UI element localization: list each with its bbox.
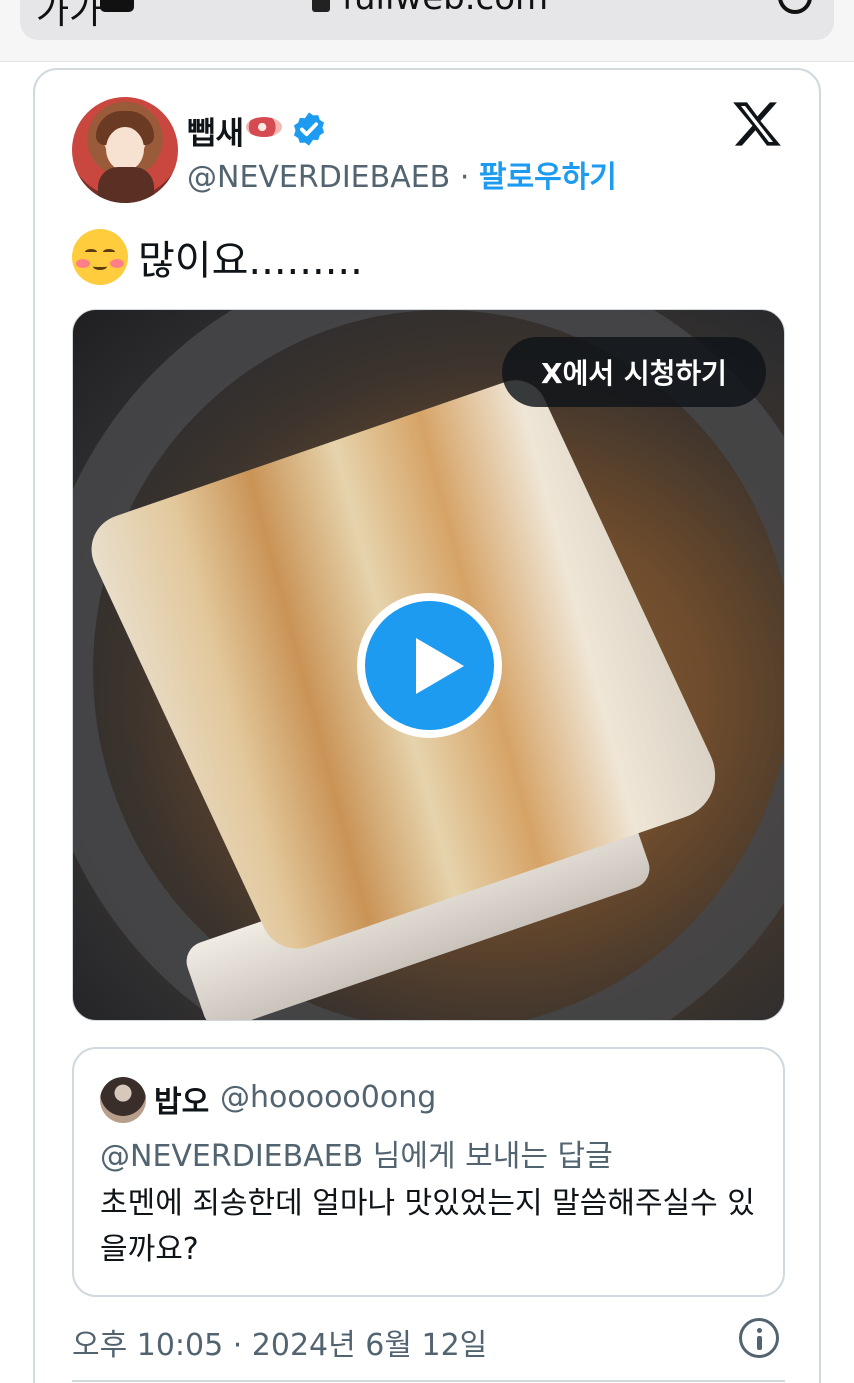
user-handle[interactable]: @NEVERDIEBAEB <box>187 160 450 195</box>
avatar-face <box>106 127 144 171</box>
emoji-cheek-left <box>76 259 90 268</box>
play-icon <box>416 638 464 694</box>
emoji-eye-left <box>85 249 97 255</box>
avatar[interactable] <box>72 97 178 203</box>
follow-link[interactable]: 팔로우하기 <box>479 160 617 195</box>
info-icon[interactable] <box>739 1318 779 1358</box>
text-size-button[interactable]: 가가 <box>36 0 102 34</box>
emoji-mouth <box>93 263 107 270</box>
x-logo-icon[interactable] <box>731 100 783 148</box>
quoted-avatar[interactable] <box>100 1077 146 1123</box>
verified-badge-icon <box>293 112 325 146</box>
watch-on-x-button[interactable]: X에서 시청하기 <box>502 337 766 407</box>
url-text[interactable]: fullweb.com <box>342 0 548 18</box>
tweet-timestamp[interactable]: 오후 10:05 · 2024년 6월 12일 <box>72 1320 487 1364</box>
emoji-cheek-right <box>110 259 124 268</box>
browser-top-bar: 가가 fullweb.com <box>0 0 854 62</box>
play-button[interactable] <box>357 593 502 738</box>
tweet-text-row: 많이요......... <box>72 228 363 286</box>
separator-dot: · <box>459 160 470 195</box>
emoji-eye-right <box>103 249 115 255</box>
steak-emoji-icon <box>246 117 282 137</box>
quoted-display-name: 밥오 <box>154 1085 210 1120</box>
quoted-tweet[interactable]: 밥오 @hooooo0ong @NEVERDIEBAEB 님에게 보내는 답글 … <box>72 1047 785 1297</box>
lock-icon <box>312 0 330 12</box>
quoted-handle: @hooooo0ong <box>220 1080 437 1115</box>
display-name[interactable]: 뺍새 <box>187 108 244 153</box>
video-thumbnail[interactable]: X에서 시청하기 <box>72 309 785 1021</box>
divider <box>72 1380 785 1382</box>
avatar-body <box>98 167 154 203</box>
blushing-face-emoji-icon <box>72 229 128 285</box>
extension-icon[interactable] <box>100 0 134 12</box>
quoted-text: 초멘에 죄송한데 얼마나 맛있었는지 말씀해주실수 있을까요? <box>100 1186 755 1267</box>
tweet-card[interactable]: 뺍새 @NEVERDIEBAEB · 팔로우하기 많이요......... X에… <box>33 68 821 1383</box>
quoted-reply-context: @NEVERDIEBAEB 님에게 보내는 답글 <box>100 1139 613 1174</box>
tweet-body-text: 많이요......... <box>138 238 363 284</box>
handle-line: @NEVERDIEBAEB · 팔로우하기 <box>187 152 617 196</box>
